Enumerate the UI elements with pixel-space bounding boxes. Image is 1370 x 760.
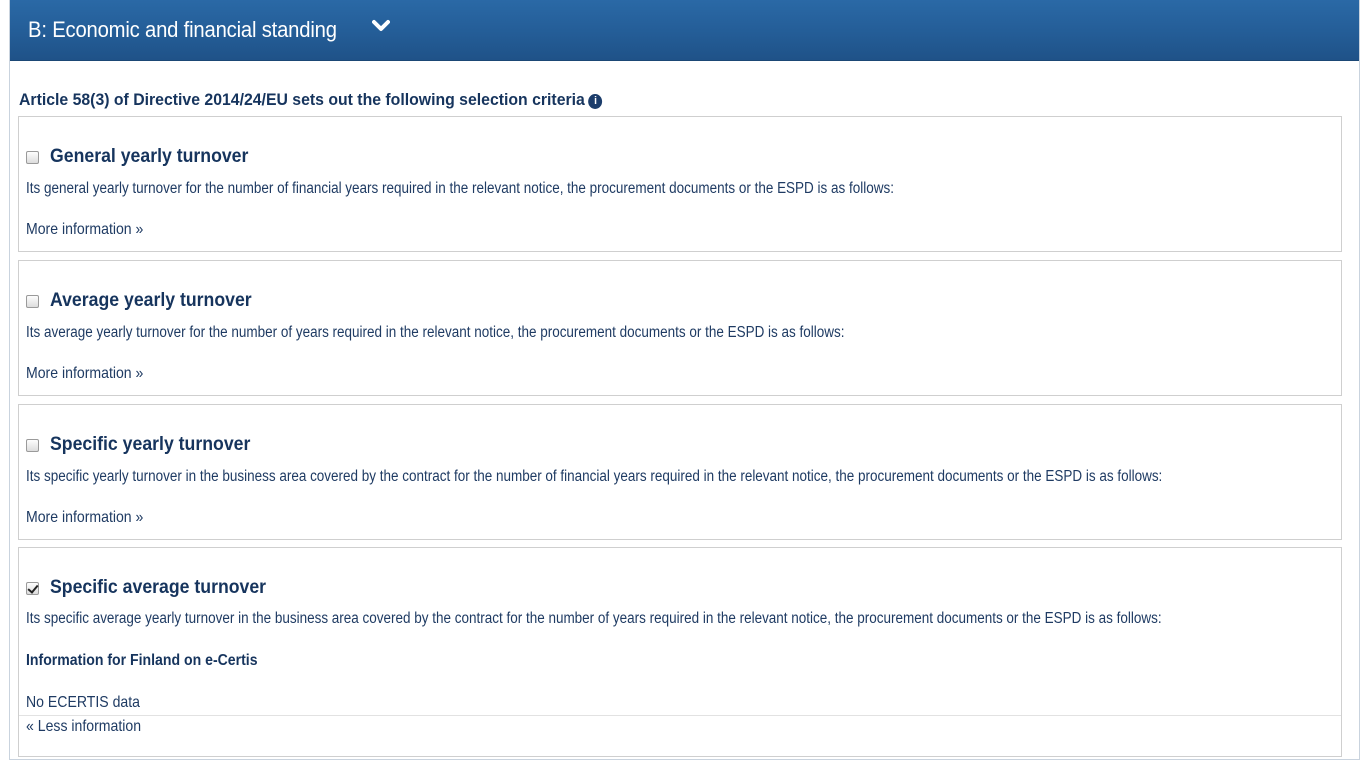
criterion-card-specific-yearly-turnover: Specific yearly turnover Its specific ye… [18, 404, 1342, 540]
less-information-link[interactable]: « Less information [26, 718, 141, 736]
criterion-checkbox[interactable] [26, 438, 39, 452]
more-information-link[interactable]: More information » [26, 221, 143, 239]
chevron-down-icon[interactable] [371, 17, 390, 35]
intro-text: Article 58(3) of Directive 2014/24/EU se… [19, 90, 585, 109]
criterion-title-row: General yearly turnover [26, 146, 263, 168]
criterion-title-row: Average yearly turnover [26, 290, 267, 312]
more-information-link[interactable]: More information » [26, 365, 143, 383]
criterion-card-general-yearly-turnover: General yearly turnover Its general year… [18, 116, 1342, 252]
selection-criteria-intro: Article 58(3) of Directive 2014/24/EU se… [19, 90, 603, 110]
criterion-checkbox[interactable] [26, 150, 39, 164]
criterion-card-average-yearly-turnover: Average yearly turnover Its average year… [18, 260, 1342, 396]
info-icon[interactable]: i [588, 94, 603, 109]
criterion-title: Average yearly turnover [50, 290, 252, 311]
criterion-title: Specific yearly turnover [50, 434, 251, 455]
criterion-description: Its average yearly turnover for the numb… [26, 324, 845, 341]
criterion-title: General yearly turnover [50, 146, 249, 167]
criterion-description: Its specific average yearly turnover in … [26, 610, 1162, 627]
criterion-title-row: Specific average turnover [26, 577, 282, 599]
more-information-link[interactable]: More information » [26, 509, 143, 527]
criterion-title-row: Specific yearly turnover [26, 434, 265, 456]
ecertis-heading: Information for Finland on e-Certis [26, 652, 258, 669]
criterion-description: Its general yearly turnover for the numb… [26, 180, 894, 197]
ecertis-status: No ECERTIS data [26, 694, 141, 711]
panel-header[interactable]: B: Economic and financial standing [10, 0, 1359, 61]
criterion-checkbox-checked[interactable] [26, 581, 39, 595]
criterion-description: Its specific yearly turnover in the busi… [26, 468, 1163, 485]
criterion-card-specific-average-turnover: Specific average turnover Its specific a… [18, 547, 1342, 757]
panel-title: B: Economic and financial standing [28, 17, 337, 42]
divider [19, 715, 1341, 716]
criterion-checkbox[interactable] [26, 294, 39, 308]
criterion-title: Specific average turnover [50, 577, 267, 598]
